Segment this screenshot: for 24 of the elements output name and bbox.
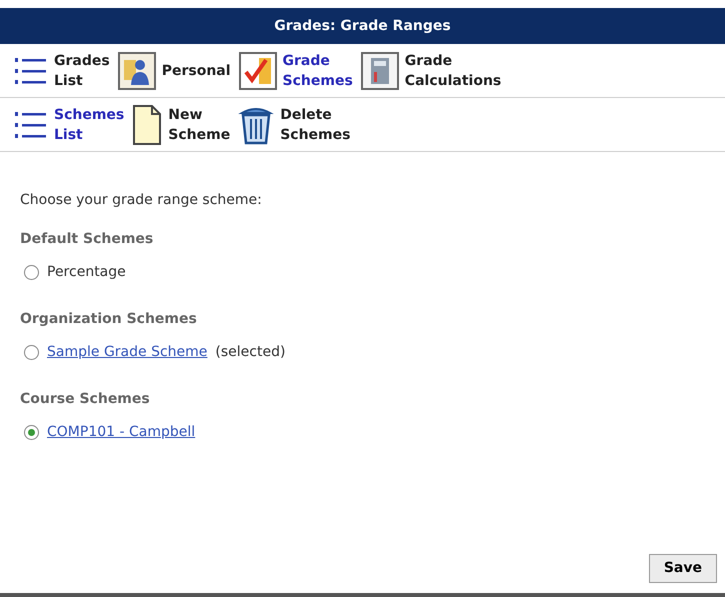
toolbar-link[interactable]: New Scheme [168,104,230,144]
option-note: (selected) [215,343,286,362]
save-button[interactable]: Save [648,554,717,583]
section-heading: Course Schemes [20,390,151,409]
radio-button[interactable] [24,345,39,360]
person-icon [118,52,156,90]
page-icon [132,104,162,146]
radio-button[interactable] [24,265,39,280]
toolbar-link[interactable]: Grade Calculations [404,50,502,90]
toolbar-link[interactable]: Delete Schemes [280,104,350,144]
section-heading: Default Schemes [20,230,154,249]
radio-button[interactable] [24,425,39,440]
window-title: Grades: Grade Ranges [0,8,725,44]
toolbar-link[interactable]: Personal [162,60,231,80]
option-label: Percentage [47,263,126,282]
section-heading: Organization Schemes [20,310,198,329]
scheme-link[interactable]: COMP101 - Campbell [47,422,196,443]
toolbar-link[interactable]: Grade Schemes [282,50,353,90]
calculator-icon [360,52,399,90]
toolbar-link[interactable]: Schemes List [54,104,124,144]
grade-sheet-icon [238,52,277,90]
toolbar-link[interactable]: Grades List [54,50,110,90]
scheme-link[interactable]: Sample Grade Scheme [47,342,208,363]
prompt-text: Choose your grade range scheme: [20,191,263,210]
